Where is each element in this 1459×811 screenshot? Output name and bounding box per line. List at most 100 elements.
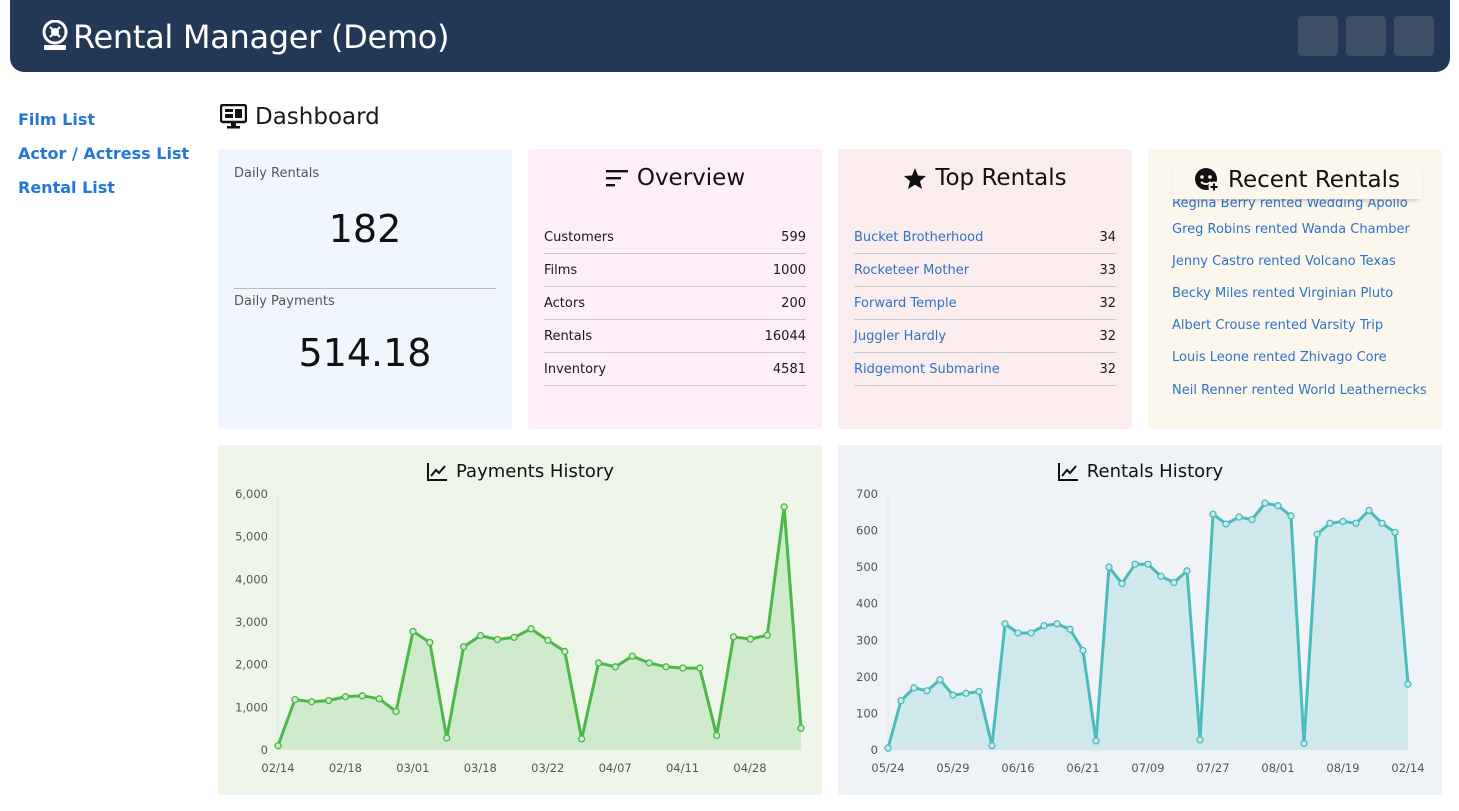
- payments-point: [493, 635, 501, 644]
- rentals-x-tick: 02/14: [1391, 761, 1424, 775]
- top-rentals-card: Top Rentals Bucket Brotherhood 34 Rockete…: [838, 149, 1132, 429]
- nav-actor-list[interactable]: Actor / Actress List: [18, 144, 189, 163]
- overview-label: Films: [544, 262, 578, 278]
- list-item: Rentals 16044: [544, 320, 806, 353]
- rentals-x-tick: 08/19: [1326, 761, 1359, 775]
- payments-y-tick: 4,000: [235, 572, 268, 586]
- header-button-3[interactable]: [1394, 16, 1434, 56]
- rentals-point: [1144, 560, 1152, 568]
- recent-rental-item[interactable]: Louis Leone rented Zhivago Core: [1172, 342, 1432, 374]
- recent-rental-item[interactable]: Greg Robins rented Wanda Chamber: [1172, 213, 1432, 245]
- payments-y-tick: 0: [261, 743, 268, 757]
- emoji-add-icon: [1195, 168, 1220, 193]
- recent-rental-item[interactable]: Albert Crouse rented Varsity Trip: [1172, 310, 1432, 342]
- rentals-point: [897, 696, 905, 705]
- rentals-point: [1209, 510, 1217, 518]
- payments-history-card: Payments History 0 1,000 2,000 3,000 4,000 5,…: [218, 445, 822, 795]
- payments-point: [594, 659, 603, 667]
- recent-rentals-list[interactable]: Regina Berry rented Wedding Apollo Greg …: [1172, 193, 1432, 406]
- payments-y-tick: 3,000: [235, 615, 268, 629]
- payments-point: [763, 631, 771, 639]
- rentals-point: [1222, 520, 1230, 528]
- payments-point: [274, 742, 282, 750]
- header-button-1[interactable]: [1298, 16, 1338, 56]
- app-title: Rental Manager (Demo): [73, 18, 450, 56]
- rental-count: 33: [1099, 262, 1116, 278]
- film-link[interactable]: Ridgemont Submarine: [854, 362, 1000, 377]
- daily-stats-card: Daily Rentals 182 Daily Payments 514.18: [218, 149, 512, 429]
- rentals-y-tick: 400: [856, 597, 878, 611]
- film-link[interactable]: Juggler Hardly: [854, 329, 946, 344]
- payments-point: [358, 692, 367, 700]
- payments-point: [426, 638, 434, 647]
- rentals-point: [1118, 579, 1126, 588]
- rentals-x-tick: 06/21: [1066, 761, 1099, 775]
- header-button-2[interactable]: [1346, 16, 1386, 56]
- payments-point: [645, 659, 653, 667]
- recent-rental-item[interactable]: Jenny Castro rented Volcano Texas: [1172, 245, 1432, 277]
- recent-rental-item[interactable]: Becky Miles rented Virginian Pluto: [1172, 277, 1432, 309]
- rentals-point: [1066, 625, 1074, 633]
- rentals-point: [1313, 530, 1321, 538]
- rentals-y-tick: 0: [871, 743, 878, 757]
- payments-point: [746, 635, 755, 643]
- payments-point: [696, 664, 704, 672]
- rentals-point: [1079, 646, 1087, 655]
- rentals-point: [1391, 528, 1399, 537]
- rentals-point: [884, 744, 892, 752]
- rentals-point: [1339, 517, 1347, 526]
- nav-rental-list[interactable]: Rental List: [18, 178, 189, 197]
- nav-film-list[interactable]: Film List: [18, 110, 189, 129]
- rental-count: 32: [1099, 328, 1116, 344]
- payments-point: [780, 503, 788, 511]
- rentals-point: [1378, 519, 1386, 527]
- rentals-point: [988, 741, 996, 750]
- payments-point: [409, 627, 417, 636]
- rentals-point: [949, 691, 957, 699]
- rentals-area: [888, 503, 1408, 750]
- overview-label: Inventory: [544, 361, 607, 377]
- overview-value: 4581: [772, 361, 806, 377]
- overview-card: Overview Customers 599 Films 1000 Actors 20…: [528, 149, 822, 429]
- rentals-x-tick: 06/16: [1001, 761, 1034, 775]
- daily-rentals-label: Daily Rentals: [234, 166, 320, 181]
- overview-label: Customers: [544, 229, 614, 245]
- film-link[interactable]: Forward Temple: [854, 296, 957, 311]
- rentals-x-tick: 05/24: [871, 761, 904, 775]
- payments-point: [443, 734, 451, 742]
- daily-rentals-value: 182: [328, 207, 402, 251]
- overview-header: Overview: [528, 165, 822, 191]
- rentals-point: [1001, 620, 1009, 628]
- payments-point: [527, 625, 535, 633]
- payments-point: [308, 698, 316, 706]
- payments-point: [510, 633, 518, 642]
- payments-x-tick: 03/01: [396, 761, 429, 775]
- payments-x-tick: 02/18: [329, 761, 362, 775]
- list-item: Juggler Hardly 32: [854, 320, 1116, 353]
- film-link[interactable]: Rocketeer Mother: [854, 263, 969, 278]
- list-item: Actors 200: [544, 287, 806, 320]
- rentals-point: [1014, 629, 1022, 637]
- rentals-point: [1261, 499, 1269, 507]
- list-item: Bucket Brotherhood 34: [854, 221, 1116, 254]
- recent-rental-item[interactable]: Neil Renner rented World Leathernecks: [1172, 374, 1432, 406]
- rentals-point: [1131, 560, 1139, 568]
- rentals-history-card: Rentals History 0 100 200 300 400 500 600 700 05…: [838, 445, 1442, 795]
- rentals-y-tick: 100: [856, 706, 878, 720]
- overview-title: Overview: [636, 165, 746, 191]
- rentals-chart: 0 100 200 300 400 500 600 700 05/24 05/29 06/16 06/…: [856, 487, 1425, 775]
- payments-y-tick: 1,000: [235, 700, 268, 714]
- overview-value: 599: [781, 229, 806, 245]
- payments-point: [611, 663, 620, 671]
- sort-lines-icon: [605, 170, 628, 187]
- daily-payments-value: 514.18: [298, 331, 432, 375]
- film-link[interactable]: Bucket Brotherhood: [854, 230, 983, 245]
- list-item: Customers 599: [544, 221, 806, 254]
- rental-count: 32: [1099, 295, 1116, 311]
- payments-x-tick: 02/14: [261, 761, 294, 775]
- rentals-point: [1287, 512, 1295, 520]
- rentals-y-tick: 500: [856, 560, 878, 574]
- payments-point: [544, 636, 552, 644]
- payments-y-tick: 2,000: [235, 658, 268, 672]
- rentals-x-tick: 08/01: [1261, 761, 1294, 775]
